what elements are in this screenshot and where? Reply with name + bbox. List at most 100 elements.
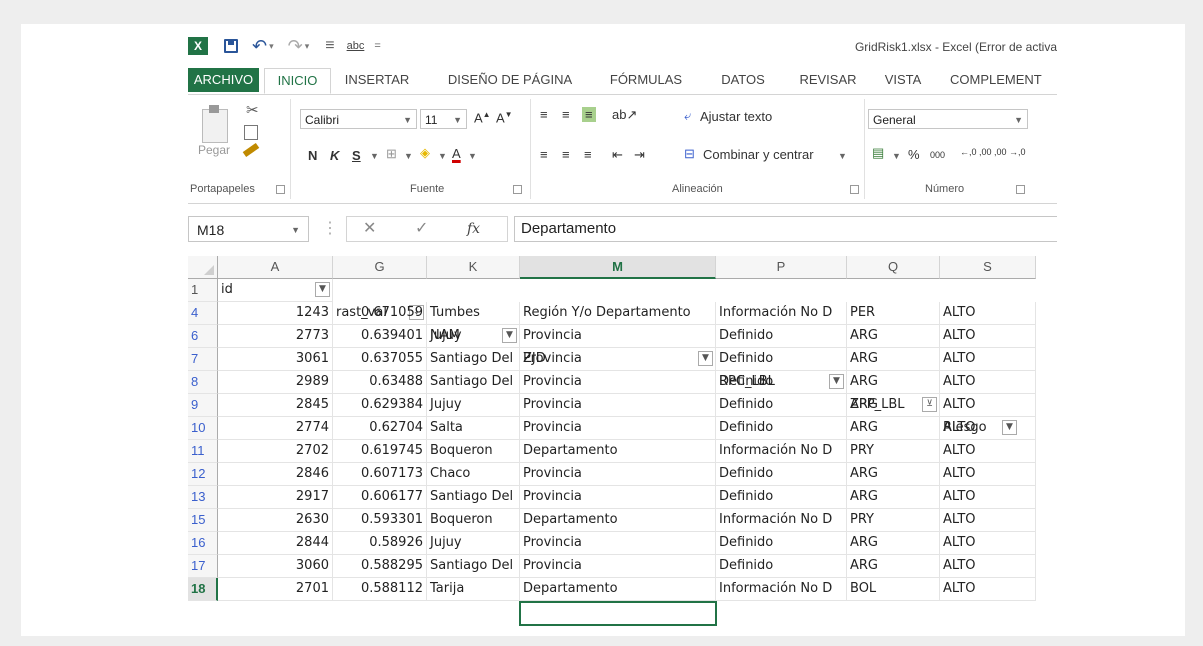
alignment-launcher-icon[interactable] <box>850 185 859 194</box>
cell-riesgo[interactable]: ALTO <box>940 371 1036 394</box>
header-cell-id[interactable]: id ▼ <box>218 279 333 302</box>
column-header-q[interactable]: Q <box>847 256 940 279</box>
decrease-indent-icon[interactable]: ⇤ <box>612 147 623 163</box>
chevron-down-icon[interactable]: ▼ <box>370 151 379 161</box>
row-number[interactable]: 15 <box>188 509 218 532</box>
wrap-text-icon[interactable]: ⤶ <box>684 108 691 124</box>
insert-function-icon[interactable]: fx <box>467 217 480 241</box>
cell-rast-val[interactable]: 0.58926 <box>333 532 427 555</box>
cell-rpc-lbl[interactable]: Definido <box>716 486 847 509</box>
bold-button[interactable]: N <box>308 148 317 163</box>
format-painter-icon[interactable] <box>242 142 260 158</box>
tab-file[interactable]: ARCHIVO <box>188 68 259 92</box>
cell-nam[interactable]: Santiago Del <box>427 555 520 578</box>
cell-riesgo[interactable]: ALTO <box>940 325 1036 348</box>
font-size-select[interactable]: 11 ▼ <box>420 109 467 129</box>
column-header-m[interactable]: M <box>520 256 716 279</box>
cell-rast-val[interactable]: 0.637055 <box>333 348 427 371</box>
cell-zjd[interactable]: Departamento <box>520 578 716 601</box>
cell-zjd[interactable]: Provincia <box>520 371 716 394</box>
cell-id[interactable]: 3060 <box>218 555 333 578</box>
align-center-icon[interactable]: ≡ <box>562 147 570 162</box>
cell-rast-val[interactable]: 0.606177 <box>333 486 427 509</box>
cell-zpp-lbl[interactable]: PER <box>847 302 940 325</box>
cell-riesgo[interactable]: ALTO <box>940 532 1036 555</box>
cell-rast-val[interactable]: 0.629384 <box>333 394 427 417</box>
cell-riesgo[interactable]: ALTO <box>940 348 1036 371</box>
cell-rpc-lbl[interactable]: Información No D <box>716 578 847 601</box>
form-icon[interactable]: ≡ <box>325 37 334 55</box>
cell-zpp-lbl[interactable]: PRY <box>847 509 940 532</box>
cell-zpp-lbl[interactable]: ARG <box>847 532 940 555</box>
paste-icon[interactable] <box>202 105 228 143</box>
chevron-down-icon[interactable]: ▼ <box>838 151 847 161</box>
cell-id[interactable]: 2701 <box>218 578 333 601</box>
font-launcher-icon[interactable] <box>513 185 522 194</box>
column-header-s[interactable]: S <box>940 256 1036 279</box>
cell-id[interactable]: 2630 <box>218 509 333 532</box>
cell-rast-val[interactable]: 0.619745 <box>333 440 427 463</box>
borders-icon[interactable]: ⊞ <box>386 146 397 162</box>
increase-decimal-button[interactable]: ←,0 ,00 <box>960 147 992 157</box>
merge-center-icon[interactable]: ⊟ <box>684 146 695 162</box>
align-right-icon[interactable]: ≡ <box>584 147 592 162</box>
cell-rast-val[interactable]: 0.671059 <box>333 302 427 325</box>
formula-input[interactable]: Departamento <box>514 216 1057 242</box>
font-name-select[interactable]: Calibri ▼ <box>300 109 417 129</box>
shrink-font-button[interactable]: A▼ <box>496 110 513 125</box>
row-number[interactable]: 11 <box>188 440 218 463</box>
cell-rast-val[interactable]: 0.607173 <box>333 463 427 486</box>
cell-id[interactable]: 2846 <box>218 463 333 486</box>
tab-view[interactable]: VISTA <box>873 68 933 92</box>
cell-zjd[interactable]: Provincia <box>520 532 716 555</box>
cell-rpc-lbl[interactable]: Definido <box>716 325 847 348</box>
cell-zjd[interactable]: Provincia <box>520 394 716 417</box>
column-header-a[interactable]: A <box>218 256 333 279</box>
cell-rast-val[interactable]: 0.593301 <box>333 509 427 532</box>
row-number[interactable]: 7 <box>188 348 218 371</box>
cell-id[interactable]: 2773 <box>218 325 333 348</box>
decrease-decimal-button[interactable]: ,00 →,0 <box>994 147 1026 157</box>
number-launcher-icon[interactable] <box>1016 185 1025 194</box>
cell-zpp-lbl[interactable]: BOL <box>847 578 940 601</box>
grow-font-button[interactable]: A▲ <box>474 110 491 125</box>
number-format-select[interactable]: General ▼ <box>868 109 1028 129</box>
cell-riesgo[interactable]: ALTO <box>940 486 1036 509</box>
cell-zpp-lbl[interactable]: ARG <box>847 325 940 348</box>
currency-icon[interactable]: ▤ <box>872 145 884 161</box>
align-middle-icon[interactable]: ≡ <box>562 107 570 122</box>
cell-zpp-lbl[interactable]: ARG <box>847 417 940 440</box>
cell-id[interactable]: 2702 <box>218 440 333 463</box>
spelling-icon[interactable]: abc <box>347 40 365 52</box>
row-number[interactable]: 16 <box>188 532 218 555</box>
cell-zjd[interactable]: Provincia <box>520 325 716 348</box>
cell-riesgo[interactable]: ALTO <box>940 463 1036 486</box>
column-header-k[interactable]: K <box>427 256 520 279</box>
cell-id[interactable]: 2845 <box>218 394 333 417</box>
cell-zpp-lbl[interactable]: ARG <box>847 394 940 417</box>
cell-id[interactable]: 2917 <box>218 486 333 509</box>
tab-home[interactable]: INICIO <box>264 68 331 94</box>
cell-rpc-lbl[interactable]: Definido <box>716 463 847 486</box>
cancel-icon[interactable]: ✕ <box>363 217 376 241</box>
row-number[interactable]: 13 <box>188 486 218 509</box>
cell-rpc-lbl[interactable]: Definido <box>716 394 847 417</box>
cell-rast-val[interactable]: 0.639401 <box>333 325 427 348</box>
filter-dropdown-icon[interactable]: ▼ <box>315 282 330 297</box>
chevron-down-icon[interactable]: ▼ <box>468 151 477 161</box>
cell-nam[interactable]: Santiago Del <box>427 486 520 509</box>
chevron-down-icon[interactable]: ▼ <box>404 151 413 161</box>
undo-dropdown-icon[interactable]: ▾ <box>269 41 274 52</box>
cell-rpc-lbl[interactable]: Definido <box>716 348 847 371</box>
undo-icon[interactable]: ↶ <box>252 36 267 57</box>
cell-riesgo[interactable]: ALTO <box>940 555 1036 578</box>
row-number[interactable]: 9 <box>188 394 218 417</box>
cell-id[interactable]: 3061 <box>218 348 333 371</box>
name-box[interactable]: M18 ▼ <box>188 216 309 242</box>
save-icon[interactable] <box>224 39 238 53</box>
cell-rast-val[interactable]: 0.62704 <box>333 417 427 440</box>
align-bottom-icon[interactable]: ≡ <box>582 107 596 122</box>
cell-riesgo[interactable]: ALTO <box>940 509 1036 532</box>
cell-nam[interactable]: Jujuy <box>427 532 520 555</box>
cell-nam[interactable]: Santiago Del <box>427 348 520 371</box>
